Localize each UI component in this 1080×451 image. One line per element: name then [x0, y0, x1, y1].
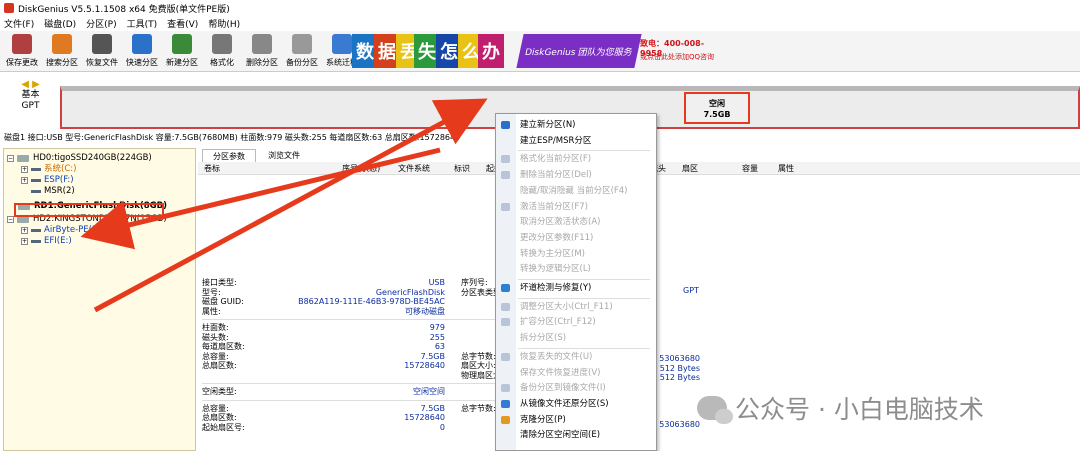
annotation-arrow-to-tree	[80, 147, 441, 250]
annotation-arrows	[80, 98, 488, 313]
annotation-arrow-to-menu	[93, 98, 488, 313]
